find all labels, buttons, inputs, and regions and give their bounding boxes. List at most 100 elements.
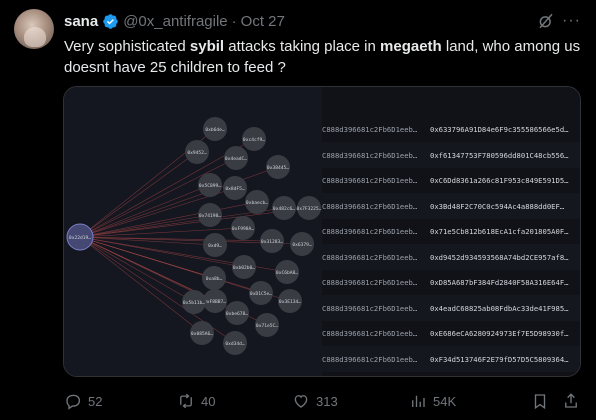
- graph-edge: [79, 201, 258, 238]
- tweet-text-part: attacks taking place in: [224, 38, 381, 55]
- graph-node[interactable]: 0x9452…: [185, 140, 209, 164]
- to-address: 0x4eadC68825ab08FdbAc33de41F985…: [430, 303, 569, 313]
- views-button[interactable]: 54K: [409, 388, 456, 414]
- graph-node[interactable]: 0x085A6…: [190, 321, 214, 345]
- from-address: C888d396681c2Fb6D1eeb…: [322, 227, 418, 236]
- from-address: C888d396681c2Fb6D1eeb…: [322, 176, 418, 185]
- graph-edge: [79, 184, 211, 238]
- graph-svg: 0xb6de… 0xc4cf9… 0x9452… 0x4eadC… 0x38445… 0x…: [66, 117, 322, 355]
- to-address: 0x3Bd48F2C70C0c594Ac4a888dd0EF…: [430, 201, 565, 211]
- table-row: C888d396681c2Fb6D1eeb… 0x3Bd48F2C70C0c594…: [322, 192, 580, 219]
- graph-node[interactable]: 0x6379…: [290, 232, 314, 256]
- graph-node[interactable]: 0x71e5C…: [255, 313, 279, 337]
- graph-center-node[interactable]: 0x22d19…: [66, 223, 94, 251]
- node-label: 0xbe678…: [226, 311, 248, 317]
- graph-node[interactable]: 0x3E134…: [278, 289, 302, 313]
- node-label: 0x9452…: [187, 150, 207, 156]
- table-row: C888d396681c2Fb6D1eeb…0x51d5e0f295E30cc5…: [322, 371, 580, 376]
- graph-node[interactable]: 0x482c6…: [272, 196, 296, 220]
- reply-icon: [66, 394, 81, 410]
- repost-button[interactable]: 40: [177, 388, 215, 414]
- tweet-text-bold: sybil: [189, 38, 225, 55]
- like-button[interactable]: 313: [292, 388, 338, 414]
- share-button[interactable]: [562, 388, 580, 414]
- graph-node[interactable]: 0xD1C5e…: [249, 281, 273, 305]
- node-label: 0xbaecb…: [246, 200, 268, 206]
- node-label: 0x71e5C…: [256, 323, 278, 329]
- more-options-icon[interactable]: ···: [562, 12, 582, 30]
- share-icon: [565, 393, 577, 408]
- table-row: C888d396681c2Fb6D1eeb… 0x71e5Cb812b618EcA…: [322, 218, 580, 244]
- graph-node[interactable]: 0x4eadC…: [224, 146, 248, 170]
- node-label: 0xb02b0…: [233, 265, 255, 271]
- heart-icon: [294, 395, 308, 408]
- repost-count: 40: [201, 393, 216, 409]
- graph-node[interactable]: 0x74198…: [198, 203, 222, 227]
- node-label: 0xF8BB7…: [204, 299, 226, 305]
- from-address: C888d396681c2Fb6D1eeb…: [322, 201, 418, 211]
- graph-node[interactable]: 0xd9…: [203, 233, 227, 257]
- node-label: 0x7F3225…: [297, 206, 322, 212]
- grok-icon[interactable]: [537, 12, 555, 30]
- tweet-text: Very sophisticated sybil attacks taking …: [64, 36, 584, 78]
- graph-node[interactable]: 0xb6de…: [203, 117, 227, 141]
- graph-node[interactable]: 0x31283…: [260, 229, 284, 253]
- graph-node[interactable]: 0xF8BB7…: [203, 289, 227, 313]
- author-handle[interactable]: @0x_antifragile: [123, 13, 227, 30]
- table-row: C888d396681c2Fb6D1eeb… 0xd9452d934593568A…: [322, 243, 580, 270]
- graph-node[interactable]: 0x8dF5…: [223, 176, 247, 200]
- graph-node[interactable]: 0xC6bA8…: [275, 260, 299, 284]
- node-label: 0x5b11b…: [183, 300, 205, 306]
- graph-node[interactable]: 0x5b11b…: [182, 290, 206, 314]
- to-address: 0x71e5Cb812b618EcA1cfa201805A0F…: [430, 227, 569, 236]
- graph-node[interactable]: 0xF998A…: [231, 216, 255, 240]
- table-row: C888d396681c2Fb6D1eeb… 0x4eadC68825ab08Fd…: [322, 294, 580, 321]
- graph-node[interactable]: 0x5C899…: [198, 173, 222, 197]
- graph-node[interactable]: 0x38445…: [266, 155, 290, 179]
- table-row: C888d396681c2Fb6D1eeb… 0xf61347753F780596…: [322, 141, 580, 168]
- reply-button[interactable]: 52: [64, 388, 102, 414]
- from-address: C888d396681c2Fb6D1eeb…: [322, 354, 418, 364]
- verified-badge-icon: [103, 13, 118, 29]
- author-name[interactable]: sana: [64, 13, 98, 30]
- graph-node[interactable]: 0xb02b0…: [232, 255, 256, 279]
- graph-node[interactable]: 0xbaecb…: [245, 190, 269, 214]
- to-address: 0xC6Dd8361a266c81F953c849E591D5…: [430, 176, 569, 185]
- graph-node[interactable]: 0xbe678…: [225, 301, 249, 325]
- graph-node[interactable]: 0x7F3225…: [297, 196, 322, 220]
- table-row: C888d396681c2Fb6D1eeb… 0x633796A91D84e6F9…: [322, 116, 580, 142]
- to-address: 0xE686eCA6280924973Ef7E5D98930f…: [430, 329, 569, 338]
- from-address: C888d396681c2Fb6D1eeb…: [322, 329, 418, 338]
- tweet-media-image[interactable]: 0xb6de… 0xc4cf9… 0x9452… 0x4eadC… 0x38445… 0x…: [63, 86, 581, 377]
- table-row: C888d396681c2Fb6D1eeb… 0xC6Dd8361a266c81F…: [322, 167, 580, 193]
- from-address: C888d396681c2Fb6D1eeb…: [322, 125, 418, 134]
- node-label: 0xd34d…: [225, 341, 245, 347]
- author-avatar[interactable]: [14, 9, 54, 49]
- to-address: 0xD85A687bF384Fd2840F58A316E64F…: [430, 278, 569, 287]
- node-label: 0x38445…: [267, 165, 289, 171]
- tweet-text-part: Very sophisticated: [64, 38, 190, 55]
- node-label: 0x5C899…: [199, 183, 221, 189]
- views-icon: [412, 395, 425, 407]
- to-address: 0xf61347753F780596dd801C48cb556…: [430, 150, 569, 160]
- node-label: 0x8dF5…: [225, 186, 245, 192]
- graph-node[interactable]: 0xa8b…: [202, 266, 226, 290]
- node-label: 0x31283…: [261, 239, 283, 245]
- graph-node[interactable]: 0xc4cf9…: [242, 127, 266, 151]
- node-label: 0xb6de…: [205, 127, 225, 133]
- node-label: 0xa8b…: [206, 276, 223, 282]
- graph-node[interactable]: 0xd34d…: [223, 331, 247, 355]
- table-row: C888d396681c2Fb6D1eeb… 0xD85A687bF384Fd28…: [322, 269, 580, 295]
- from-address: C888d396681c2Fb6D1eeb…: [322, 252, 418, 262]
- to-address: 0xd9452d934593568A74bd2CE957af8…: [430, 252, 569, 262]
- reply-count: 52: [88, 393, 103, 409]
- from-address: C888d396681c2Fb6D1eeb…: [322, 278, 418, 287]
- separator-dot: ·: [231, 12, 237, 30]
- node-label: 0x482c6…: [273, 206, 295, 212]
- node-label: 0xd9…: [208, 243, 222, 249]
- bookmark-button[interactable]: [531, 388, 549, 414]
- node-label: 0xc4cf9…: [243, 137, 265, 143]
- table-row: C888d396681c2Fb6D1eeb… 0xE686eCA628092497…: [322, 320, 580, 346]
- post-date[interactable]: Oct 27: [241, 13, 285, 30]
- address-table: C888d396681c2Fb6D1eeb… 0x633796A91D84e6F9…: [322, 87, 580, 376]
